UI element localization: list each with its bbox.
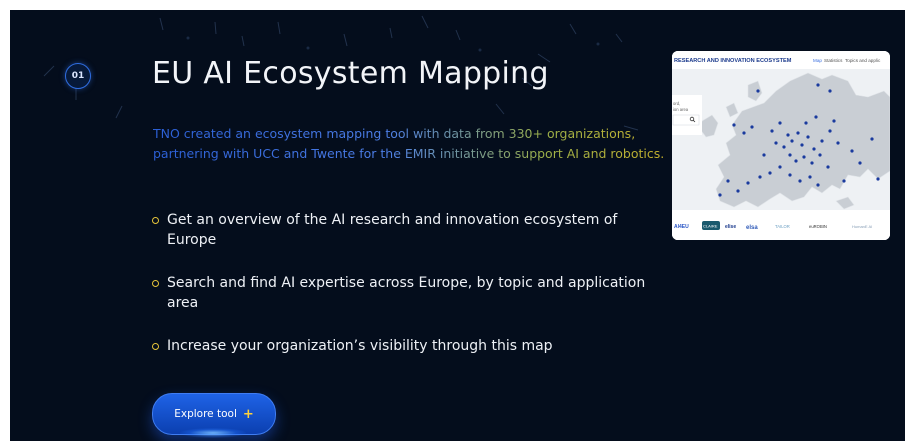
bullet-dot-icon	[152, 280, 159, 287]
intro-text: TNO created an ecosystem mapping tool wi…	[153, 124, 673, 164]
button-glow	[180, 428, 246, 438]
map-preview-image[interactable]: RESEARCH AND INNOVATION ECOSYSTEM Map St…	[672, 51, 890, 240]
bullet-dot-icon	[152, 343, 159, 350]
preview-header-text: RESEARCH AND INNOVATION ECOSYSTEM	[674, 58, 792, 64]
bullet-dot-icon	[152, 217, 159, 224]
europe-map-screenshot: RESEARCH AND INNOVATION ECOSYSTEM Map St…	[672, 51, 890, 240]
logo-claire: CLAIRE	[703, 224, 718, 229]
preview-nav-statistics: Statistics	[824, 58, 843, 63]
page-title: EU AI Ecosystem Mapping	[152, 56, 549, 91]
logo-ai4eu: AI4EU	[674, 224, 689, 230]
step-number-badge: 01	[65, 63, 91, 89]
explore-tool-label: Explore tool	[174, 408, 237, 420]
list-item: Search and find AI expertise across Euro…	[151, 273, 661, 313]
preview-nav-map: Map	[813, 58, 822, 63]
plus-icon: +	[242, 406, 254, 422]
list-item-text: Get an overview of the AI research and i…	[167, 212, 618, 248]
preview-search-hint-2: ion area	[673, 107, 689, 112]
list-item-text: Search and find AI expertise across Euro…	[167, 275, 646, 311]
logo-humane-ai: HumanE AI	[852, 224, 872, 229]
preview-nav-topics: Topics and applic	[845, 58, 881, 63]
logo-tailor: TAILOR	[775, 224, 790, 229]
feature-section: 01 EU AI Ecosystem Mapping TNO created a…	[10, 10, 905, 441]
list-item-text: Increase your organization’s visibility …	[167, 338, 553, 354]
preview-search-hint-1: ord,	[673, 101, 680, 106]
logo-elise: elise	[725, 224, 736, 230]
list-item: Get an overview of the AI research and i…	[151, 210, 661, 250]
benefit-list: Get an overview of the AI research and i…	[151, 210, 661, 379]
list-item: Increase your organization’s visibility …	[151, 336, 661, 356]
logo-eurobin: euROBIN	[809, 224, 827, 229]
logo-elsa: elsa	[746, 225, 758, 231]
